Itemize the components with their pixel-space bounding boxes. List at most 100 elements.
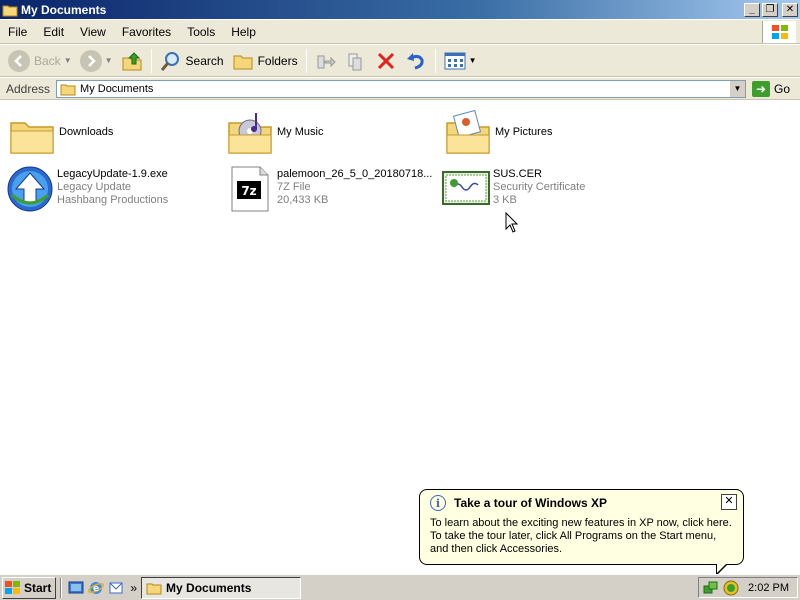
up-folder-icon bbox=[122, 51, 142, 70]
file-type: Security Certificate bbox=[493, 181, 586, 193]
copy-to-icon bbox=[348, 53, 362, 70]
folder-icon bbox=[146, 583, 162, 594]
go-button[interactable]: ➜ Go bbox=[751, 80, 790, 97]
chevron-down-icon[interactable]: ▼ bbox=[64, 56, 72, 65]
views-icon bbox=[444, 52, 466, 69]
balloon-tail-fill bbox=[717, 563, 727, 573]
up-folder-button[interactable] bbox=[117, 47, 147, 75]
quicklaunch-separator bbox=[60, 577, 63, 598]
folder-icon bbox=[2, 5, 18, 16]
toolbar-separator bbox=[434, 48, 436, 73]
file-name: SUS.CER bbox=[493, 168, 542, 180]
folder-icon bbox=[60, 84, 76, 95]
file-item[interactable]: My Pictures bbox=[444, 109, 552, 157]
file-name: palemoon_26_5_0_20180718... bbox=[277, 168, 433, 180]
network-icon[interactable] bbox=[703, 580, 719, 596]
file-item[interactable]: SUS.CER Security Certificate 3 KB bbox=[442, 165, 585, 213]
outlook-express-icon[interactable] bbox=[106, 578, 126, 598]
folders-icon bbox=[233, 55, 253, 69]
svg-text:7z: 7z bbox=[241, 184, 256, 198]
file-type: Legacy Update bbox=[57, 181, 131, 193]
back-button[interactable]: Back ▼ bbox=[4, 47, 76, 75]
delete-button[interactable] bbox=[371, 47, 401, 75]
forward-button[interactable]: ▼ bbox=[76, 47, 117, 75]
balloon-title: Take a tour of Windows XP bbox=[454, 496, 608, 510]
folders-button[interactable]: Folders bbox=[228, 47, 302, 75]
menu-bar: File Edit View Favorites Tools Help bbox=[0, 20, 800, 44]
windows-logo-icon bbox=[762, 20, 796, 43]
undo-button[interactable] bbox=[401, 47, 431, 75]
address-value: My Documents bbox=[80, 82, 154, 95]
address-label: Address bbox=[6, 81, 51, 96]
security-shield-icon[interactable] bbox=[723, 580, 739, 596]
certificate-icon bbox=[442, 171, 490, 205]
window-title: My Documents bbox=[21, 2, 107, 17]
file-name: My Music bbox=[277, 126, 324, 138]
title-bar: My Documents _ ❐ ✕ bbox=[0, 0, 800, 19]
chevron-down-icon[interactable]: ▼ bbox=[469, 56, 477, 65]
menu-edit[interactable]: Edit bbox=[35, 25, 72, 39]
move-to-button[interactable] bbox=[311, 47, 341, 75]
back-label: Back bbox=[34, 53, 61, 68]
music-folder-icon bbox=[228, 113, 272, 154]
go-arrow-icon: ➜ bbox=[751, 80, 770, 97]
chevron-down-icon[interactable]: ▼ bbox=[105, 56, 113, 65]
file-type: 7Z File bbox=[277, 181, 311, 193]
file-name: Downloads bbox=[59, 126, 114, 138]
balloon-text-line: To learn about the exciting new features… bbox=[430, 517, 732, 529]
restore-button[interactable]: ❐ bbox=[762, 2, 778, 17]
go-label: Go bbox=[773, 81, 790, 96]
undo-icon bbox=[406, 52, 424, 69]
toolbar-separator bbox=[150, 48, 152, 73]
clock: 2:02 PM bbox=[748, 581, 789, 594]
balloon-text-line: To take the tour later, click All Progra… bbox=[430, 530, 717, 542]
file-item[interactable]: 7z palemoon_26_5_0_20180718... 7Z File 2… bbox=[226, 165, 432, 213]
folder-icon bbox=[10, 122, 54, 154]
balloon-text-line: and then click Accessories. bbox=[430, 543, 563, 555]
7z-archive-icon: 7z bbox=[231, 166, 269, 212]
mouse-cursor-icon bbox=[505, 212, 519, 233]
back-arrow-icon bbox=[8, 49, 30, 72]
tour-notification-balloon[interactable]: i Take a tour of Windows XP ✕ To learn a… bbox=[419, 489, 744, 565]
file-item[interactable]: LegacyUpdate-1.9.exe Legacy Update Hashb… bbox=[6, 165, 168, 213]
balloon-close-button[interactable]: ✕ bbox=[721, 494, 737, 510]
copy-to-button[interactable] bbox=[341, 47, 371, 75]
delete-icon bbox=[377, 52, 394, 69]
address-input[interactable]: My Documents ▼ bbox=[56, 79, 746, 98]
file-item[interactable]: Downloads bbox=[8, 113, 113, 161]
svg-text:e: e bbox=[93, 584, 99, 594]
views-button[interactable]: ▼ bbox=[440, 47, 481, 75]
internet-explorer-icon[interactable]: e bbox=[86, 578, 106, 598]
menu-view[interactable]: View bbox=[72, 25, 114, 39]
toolbar: Back ▼ ▼ Search Folders ▼ bbox=[0, 45, 800, 77]
address-bar: Address My Documents ▼ ➜ Go bbox=[0, 78, 800, 100]
show-desktop-icon[interactable] bbox=[66, 578, 86, 598]
file-name: LegacyUpdate-1.9.exe bbox=[57, 168, 168, 180]
taskbar: Start e » My Documents 2:02 PM bbox=[0, 574, 800, 600]
system-tray: 2:02 PM bbox=[698, 577, 798, 598]
pictures-folder-icon bbox=[446, 109, 490, 154]
file-detail: 20,433 KB bbox=[277, 194, 329, 206]
file-detail: Hashbang Productions bbox=[57, 194, 169, 206]
menu-file[interactable]: File bbox=[0, 25, 35, 39]
menu-tools[interactable]: Tools bbox=[179, 25, 223, 39]
windows-flag-icon bbox=[5, 580, 20, 594]
forward-arrow-icon bbox=[79, 49, 102, 72]
menu-help[interactable]: Help bbox=[223, 25, 264, 39]
menu-favorites[interactable]: Favorites bbox=[114, 25, 179, 39]
folders-label: Folders bbox=[257, 53, 298, 68]
minimize-button[interactable]: _ bbox=[744, 2, 760, 17]
search-icon bbox=[160, 51, 179, 71]
close-button[interactable]: ✕ bbox=[782, 2, 798, 17]
update-arrow-icon bbox=[7, 166, 53, 212]
quicklaunch-overflow-icon[interactable]: » bbox=[130, 581, 137, 595]
move-to-icon bbox=[317, 55, 336, 68]
search-button[interactable]: Search bbox=[156, 47, 228, 75]
file-name: My Pictures bbox=[495, 126, 553, 138]
search-label: Search bbox=[185, 53, 224, 68]
address-dropdown-icon[interactable]: ▼ bbox=[728, 80, 745, 97]
file-detail: 3 KB bbox=[493, 194, 517, 206]
start-button[interactable]: Start bbox=[2, 576, 57, 599]
taskbar-button-my-documents[interactable]: My Documents bbox=[141, 576, 302, 599]
file-item[interactable]: My Music bbox=[226, 109, 323, 157]
